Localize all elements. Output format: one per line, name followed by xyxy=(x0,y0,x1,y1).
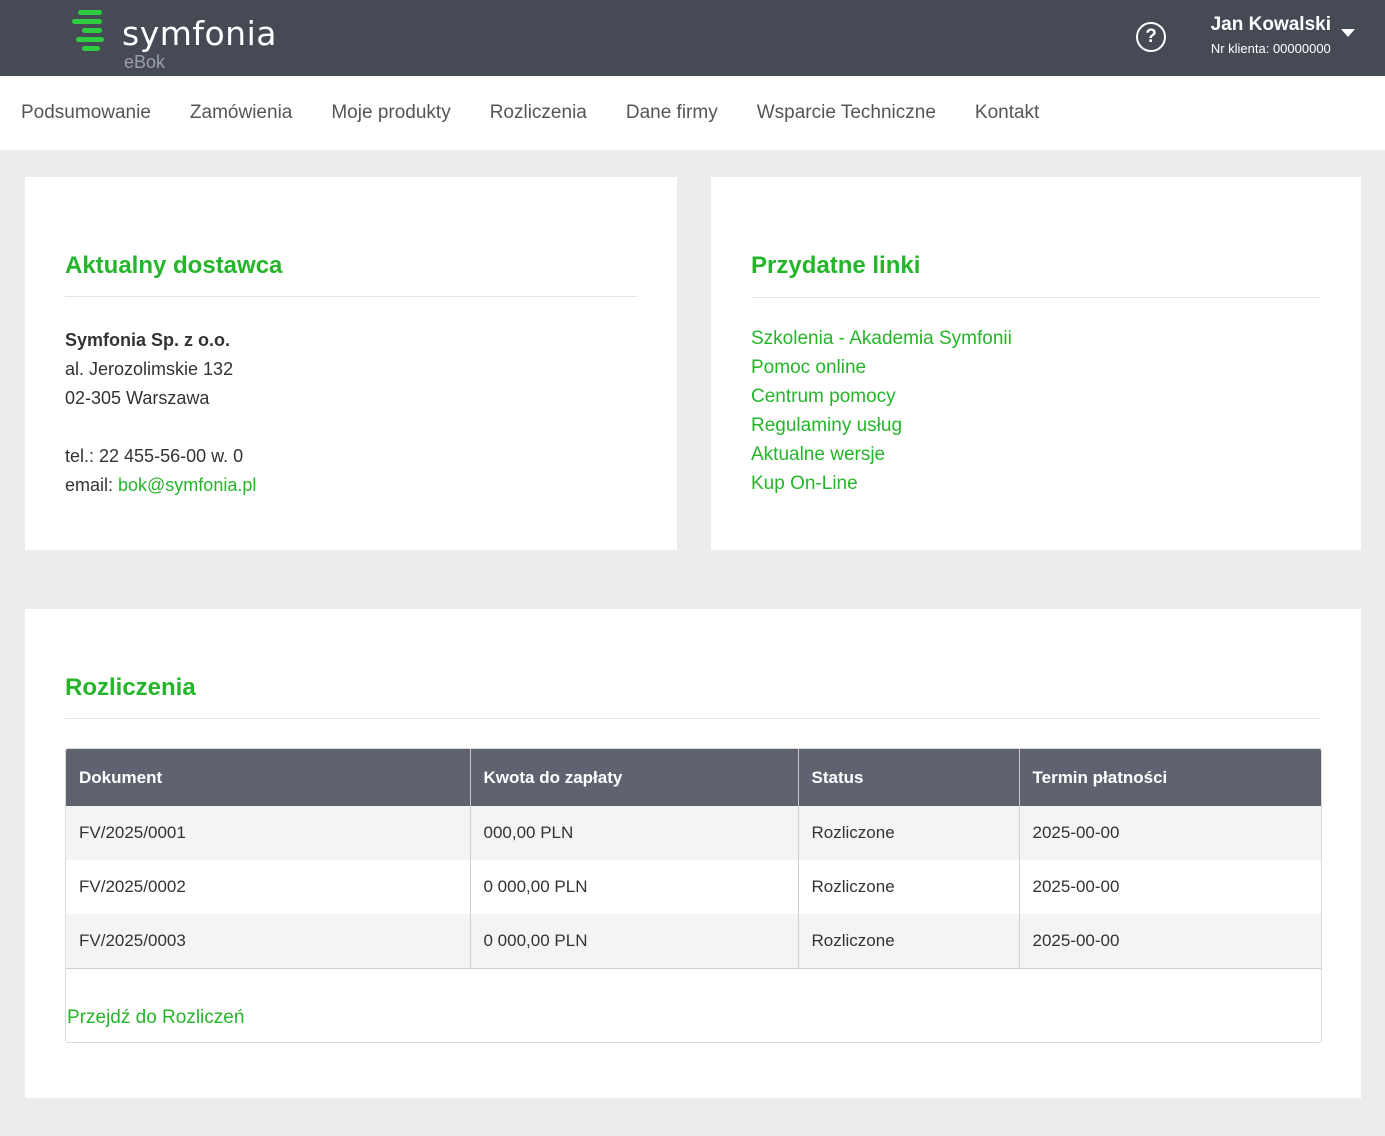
nav-item-zamowienia[interactable]: Zamówienia xyxy=(190,102,292,124)
cell-document: FV/2025/0003 xyxy=(66,914,471,969)
symfonia-logo-icon xyxy=(72,10,104,51)
useful-links-divider xyxy=(751,297,1321,298)
chevron-down-icon[interactable] xyxy=(1341,29,1355,37)
billing-divider xyxy=(65,718,1321,719)
cell-document: FV/2025/0001 xyxy=(66,806,471,860)
link-aktualne-wersje[interactable]: Aktualne wersje xyxy=(751,444,885,465)
nav-item-rozliczenia[interactable]: Rozliczenia xyxy=(490,102,587,124)
link-centrum-pomocy[interactable]: Centrum pomocy xyxy=(751,386,896,407)
table-header-row: Dokument Kwota do zapłaty Status Termin … xyxy=(66,749,1321,806)
column-header-status[interactable]: Status xyxy=(798,749,1020,806)
billing-table: Dokument Kwota do zapłaty Status Termin … xyxy=(66,749,1321,969)
email-label: email: xyxy=(65,475,119,495)
goto-billing-link[interactable]: Przejdź do Rozliczeń xyxy=(67,1007,244,1029)
help-icon[interactable]: ? xyxy=(1136,22,1166,52)
cell-due-date: 2025-00-00 xyxy=(1019,914,1321,969)
supplier-email-row: email: bok@symfonia.pl xyxy=(65,471,256,500)
nav-item-dane-firmy[interactable]: Dane firmy xyxy=(626,102,718,124)
brand-subtitle: eBok xyxy=(124,52,166,72)
user-name: Jan Kowalski xyxy=(1210,14,1331,35)
client-number: Nr klienta: 00000000 xyxy=(1210,41,1331,56)
nav-item-moje-produkty[interactable]: Moje produkty xyxy=(331,102,450,124)
link-kup-online[interactable]: Kup On-Line xyxy=(751,473,858,494)
nav-item-wsparcie-techniczne[interactable]: Wsparcie Techniczne xyxy=(757,102,936,124)
table-row[interactable]: FV/2025/0003 0 000,00 PLN Rozliczone 202… xyxy=(66,914,1321,969)
supplier-details: Symfonia Sp. z o.o. al. Jerozolimskie 13… xyxy=(65,326,256,500)
supplier-company: Symfonia Sp. z o.o. xyxy=(65,330,231,350)
user-menu[interactable]: Jan Kowalski Nr klienta: 00000000 xyxy=(1211,14,1355,56)
column-header-termin[interactable]: Termin płatności xyxy=(1019,749,1321,806)
supplier-street: al. Jerozolimskie 132 xyxy=(65,359,234,379)
link-szkolenia[interactable]: Szkolenia - Akademia Symfonii xyxy=(751,328,1012,349)
column-header-kwota[interactable]: Kwota do zapłaty xyxy=(470,749,799,806)
cell-amount: 000,00 PLN xyxy=(470,806,799,860)
billing-title: Rozliczenia xyxy=(65,674,196,701)
cell-status: Rozliczone xyxy=(798,806,1020,860)
table-row[interactable]: FV/2025/0001 000,00 PLN Rozliczone 2025-… xyxy=(66,806,1321,860)
column-header-dokument[interactable]: Dokument xyxy=(66,749,471,806)
supplier-title: Aktualny dostawca xyxy=(65,252,283,279)
billing-card: Rozliczenia Dokument Kwota do zapłaty St… xyxy=(25,609,1361,1098)
supplier-phone: tel.: 22 455-56-00 w. 0 xyxy=(65,446,244,466)
useful-links-title: Przydatne linki xyxy=(751,252,921,279)
cell-due-date: 2025-00-00 xyxy=(1019,806,1321,860)
brand-name: symfonia xyxy=(122,14,277,53)
billing-table-box: Dokument Kwota do zapłaty Status Termin … xyxy=(65,748,1322,1043)
cell-document: FV/2025/0002 xyxy=(66,860,471,914)
nav-item-podsumowanie[interactable]: Podsumowanie xyxy=(21,102,151,124)
supplier-card: Aktualny dostawca Symfonia Sp. z o.o. al… xyxy=(25,177,677,550)
nav-item-kontakt[interactable]: Kontakt xyxy=(975,102,1039,124)
cell-due-date: 2025-00-00 xyxy=(1019,860,1321,914)
table-row[interactable]: FV/2025/0002 0 000,00 PLN Rozliczone 202… xyxy=(66,860,1321,914)
main-nav: Podsumowanie Zamówienia Moje produkty Ro… xyxy=(0,76,1385,150)
email-link[interactable]: bok@symfonia.pl xyxy=(118,475,256,495)
symfonia-logo[interactable]: symfonia eBok xyxy=(72,8,292,72)
useful-links-card: Przydatne linki Szkolenia - Akademia Sym… xyxy=(711,177,1361,550)
useful-links-list: Szkolenia - Akademia Symfonii Pomoc onli… xyxy=(751,324,1012,498)
supplier-city: 02-305 Warszawa xyxy=(65,388,210,408)
supplier-divider xyxy=(65,296,637,297)
cell-status: Rozliczone xyxy=(798,914,1020,969)
cell-amount: 0 000,00 PLN xyxy=(470,914,799,969)
link-pomoc-online[interactable]: Pomoc online xyxy=(751,357,866,378)
link-regulaminy[interactable]: Regulaminy usług xyxy=(751,415,902,436)
cell-status: Rozliczone xyxy=(798,860,1020,914)
cell-amount: 0 000,00 PLN xyxy=(470,860,799,914)
top-header: symfonia eBok ? Jan Kowalski Nr klienta:… xyxy=(0,0,1385,76)
